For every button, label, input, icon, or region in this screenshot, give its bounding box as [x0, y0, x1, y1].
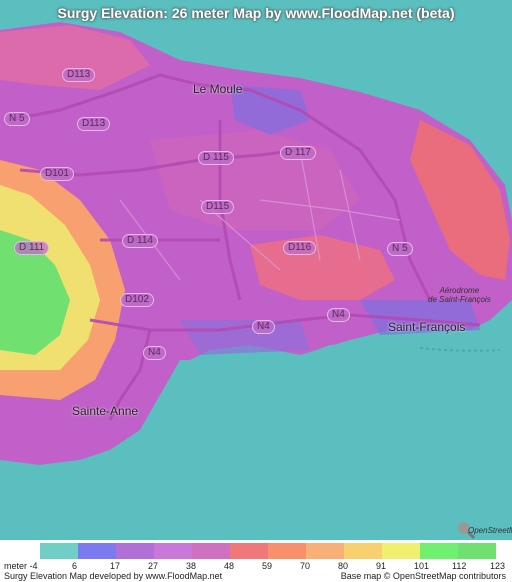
road-label-d113: D113	[77, 117, 111, 131]
road-label-d111: D 111	[14, 241, 50, 255]
footer-credit: Surgy Elevation Map developed by www.Flo…	[4, 571, 223, 581]
legend-tick-label: 38	[186, 561, 197, 571]
legend-tick-label: 123	[490, 561, 506, 571]
legend-swatch	[458, 543, 496, 559]
place-sainte-anne: Sainte-Anne	[72, 404, 139, 418]
road-label-d102: D102	[120, 293, 154, 307]
legend-tick-label: 27	[148, 561, 159, 571]
legend-tick-label: 101	[414, 561, 430, 571]
legend-swatch	[306, 543, 344, 559]
road-label-n4: N4	[327, 308, 350, 322]
legend-tick-label: 112	[452, 561, 467, 571]
legend-tick-label: meter -4	[4, 561, 38, 571]
legend-swatch	[192, 543, 230, 559]
legend-swatch	[344, 543, 382, 559]
legend-swatch	[116, 543, 154, 559]
footer-attribution: Base map © OpenStreetMap contributors	[340, 571, 506, 581]
road-label-d101: D101	[40, 167, 74, 181]
lowland-south	[180, 320, 310, 355]
legend-swatch	[420, 543, 458, 559]
legend-swatch	[78, 543, 116, 559]
legend-swatch	[230, 543, 268, 559]
road-label-d114: D 114	[122, 234, 158, 248]
page-title: Surgy Elevation: 26 meter Map by www.Flo…	[57, 5, 455, 21]
road-label-n4: N4	[143, 346, 166, 360]
road-label-d115: D 115	[198, 151, 234, 165]
road-label-d115: D115	[201, 200, 235, 214]
legend-tick-labels: meter -4 6 17 27 38 48 59 70 80 91 101 112 123	[0, 561, 512, 571]
place-le-moule: Le Moule	[193, 82, 243, 96]
legend-swatch	[382, 543, 420, 559]
place-saint-francois: Saint-François	[388, 320, 466, 334]
legend-tick-label: 80	[338, 561, 349, 571]
osm-logo-text: OpenStreetMap	[468, 526, 512, 535]
road-label-d113: D113	[62, 68, 96, 82]
aerodrome-line2: de Saint-François	[428, 295, 491, 304]
legend-swatch	[40, 543, 78, 559]
road-label-n5: N 5	[387, 242, 413, 256]
legend-tick-label: 6	[72, 561, 78, 571]
legend-color-scale	[40, 543, 496, 559]
road-label-d117: D 117	[280, 146, 316, 160]
legend-swatch	[154, 543, 192, 559]
legend-tick-label: 48	[224, 561, 235, 571]
legend-swatch	[268, 543, 306, 559]
legend-tick-label: 59	[262, 561, 273, 571]
aerodrome-line1: Aérodrome	[439, 286, 480, 295]
road-label-d116: D116	[283, 241, 317, 255]
road-label-n5: N 5	[4, 112, 30, 126]
road-label-n4: N4	[252, 320, 275, 334]
elevation-map[interactable]: D113 N 5 D113 D101 D 115 D 117 D115 D 11…	[0, 0, 512, 540]
legend-tick-label: 70	[300, 561, 311, 571]
aerodrome-label: Aérodrome de Saint-François	[428, 286, 491, 304]
legend-tick-label: 91	[376, 561, 387, 571]
legend-tick-label: 17	[110, 561, 121, 571]
